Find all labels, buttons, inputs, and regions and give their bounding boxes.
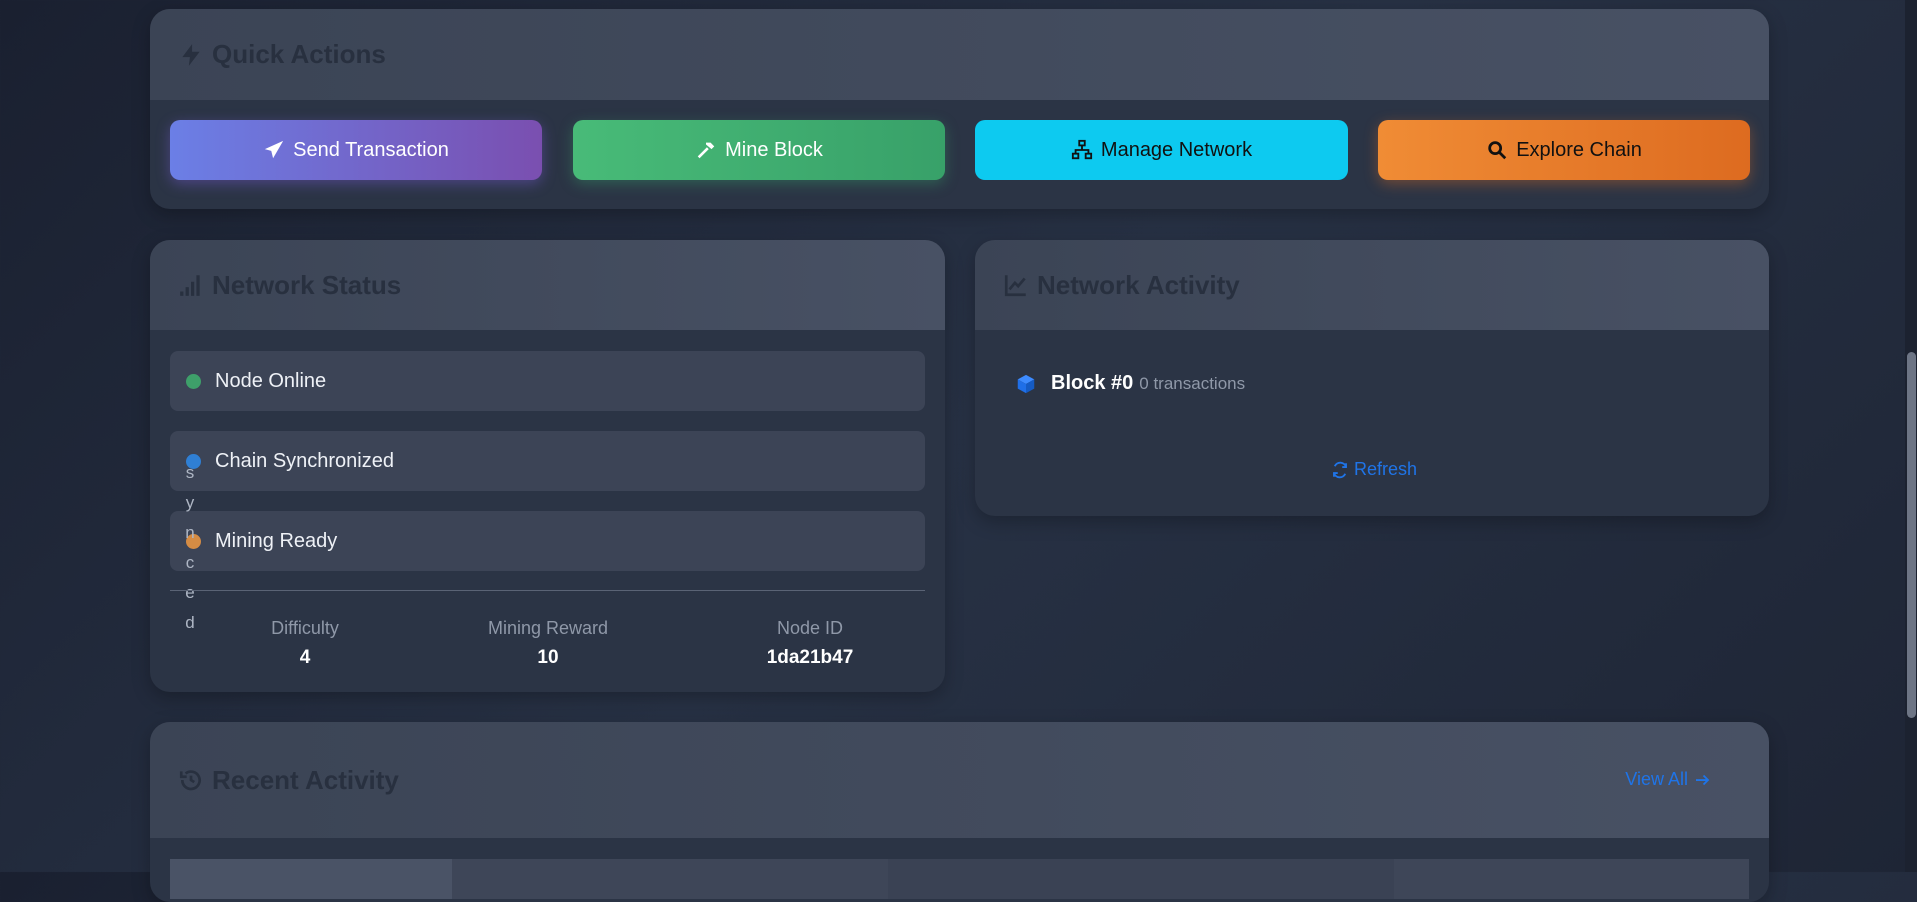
- signal-icon: [180, 275, 200, 296]
- scrollbar-thumb[interactable]: [1907, 352, 1916, 718]
- explore-chain-button[interactable]: Explore Chain: [1378, 120, 1750, 180]
- refresh-icon: [1333, 461, 1347, 478]
- recent-activity-card: Recent Activity View All: [150, 722, 1769, 902]
- network-activity-header: Network Activity: [975, 240, 1769, 330]
- mine-block-button[interactable]: Mine Block: [573, 120, 945, 180]
- stat-difficulty: Difficulty 4: [271, 618, 339, 668]
- block-meta: 0 transactions: [1139, 373, 1246, 393]
- activity-block-item: Block #0 0 transactions: [1015, 372, 1245, 395]
- bolt-icon: [182, 43, 200, 66]
- search-icon: [1488, 141, 1507, 160]
- arrow-right-icon: [1696, 774, 1710, 785]
- quick-actions-header: Quick Actions: [150, 9, 1769, 100]
- table-col: [452, 859, 888, 899]
- manage-network-button[interactable]: Manage Network: [975, 120, 1348, 180]
- status-divider: [170, 590, 925, 591]
- status-mining-ready: Mining Ready: [170, 511, 925, 571]
- network-status-title: Network Status: [178, 270, 401, 301]
- table-col: [888, 859, 1394, 899]
- line-chart-icon: [1004, 275, 1026, 297]
- page-scrollbar[interactable]: [1905, 0, 1917, 872]
- view-all-link[interactable]: View All: [1625, 769, 1711, 790]
- recent-activity-header: Recent Activity View All: [150, 722, 1769, 838]
- network-icon: [1071, 139, 1092, 160]
- online-status-dot: [186, 373, 201, 389]
- status-node-online: Node Online: [170, 351, 925, 411]
- network-activity-card: Network Activity Block #0 0 transactions…: [975, 240, 1769, 516]
- quick-actions-card: Quick Actions Send Transaction Mine Bloc…: [150, 9, 1769, 209]
- stat-node-id: Node ID 1da21b47: [766, 618, 854, 668]
- block-label: Block #0: [1051, 372, 1134, 394]
- overflow-vertical-text: s y n c e d: [185, 463, 195, 632]
- network-status-header: Network Status: [150, 240, 945, 330]
- history-icon: [179, 770, 201, 791]
- quick-actions-title: Quick Actions: [178, 39, 386, 70]
- refresh-link[interactable]: Refresh: [1331, 459, 1417, 480]
- table-col: [170, 859, 452, 899]
- recent-activity-title: Recent Activity: [178, 765, 399, 796]
- paper-plane-icon: [265, 140, 284, 159]
- cube-icon: [1017, 374, 1035, 393]
- send-transaction-button[interactable]: Send Transaction: [170, 120, 542, 180]
- table-col: [1394, 859, 1749, 899]
- network-status-card: Network Status Node Online Chain Synchro…: [150, 240, 945, 692]
- status-chain-synchronized: Chain Synchronized: [170, 431, 925, 491]
- stat-mining-reward: Mining Reward 10: [487, 618, 609, 668]
- hammer-icon: [697, 142, 715, 159]
- network-activity-title: Network Activity: [1003, 270, 1240, 301]
- recent-activity-table-header: [170, 859, 1749, 899]
